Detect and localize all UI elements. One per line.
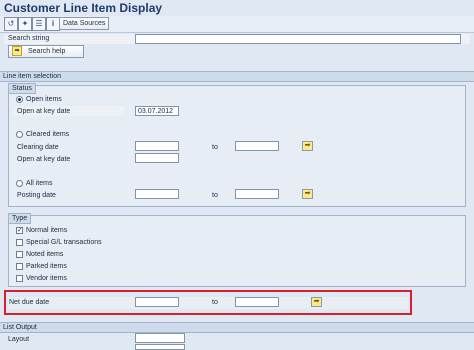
cleared-key-date-label: Open at key date — [17, 156, 71, 163]
normal-items-checkbox[interactable]: ✓ — [16, 227, 23, 234]
posting-date-multiple-selection-button[interactable]: ➡ — [302, 189, 313, 199]
search-help-label: Search help — [28, 48, 66, 55]
clearing-date-to-input[interactable] — [235, 141, 279, 151]
open-items-label: Open items — [26, 96, 62, 103]
noted-items-label: Noted items — [26, 251, 64, 258]
highlight-box — [4, 290, 412, 315]
all-items-label: All items — [26, 180, 53, 187]
posting-date-from-input[interactable] — [135, 189, 179, 199]
search-string-input[interactable] — [135, 34, 461, 44]
cleared-items-label: Cleared items — [26, 131, 70, 138]
posting-date-to-label: to — [212, 192, 218, 199]
get-variant-icon[interactable]: ✦ — [18, 17, 32, 31]
page-title: Customer Line Item Display — [4, 1, 163, 15]
type-group-title: Type — [8, 213, 32, 224]
noted-items-checkbox[interactable] — [16, 251, 23, 258]
normal-items-label: Normal items — [26, 227, 68, 234]
line-item-selection-header: Line item selection — [0, 71, 474, 82]
cleared-items-radio[interactable] — [16, 131, 23, 138]
parked-items-checkbox[interactable] — [16, 263, 23, 270]
cleared-key-date-input[interactable] — [135, 153, 179, 163]
clearing-date-label: Clearing date — [17, 144, 59, 151]
info-icon[interactable]: i — [46, 17, 60, 31]
vendor-items-checkbox[interactable] — [16, 275, 23, 282]
posting-date-to-input[interactable] — [235, 189, 279, 199]
posting-date-label: Posting date — [17, 192, 56, 199]
status-group-title: Status — [8, 83, 36, 94]
clearing-date-multiple-selection-button[interactable]: ➡ — [302, 141, 313, 151]
arrow-right-icon: ➡ — [12, 46, 22, 57]
all-items-radio[interactable] — [16, 180, 23, 187]
vendor-items-label: Vendor items — [26, 275, 67, 282]
parked-items-label: Parked items — [26, 263, 67, 270]
layout-input[interactable] — [135, 333, 185, 343]
open-items-radio[interactable] — [16, 96, 23, 103]
search-string-label: Search string — [8, 35, 50, 42]
search-help-button[interactable]: ➡ Search help — [8, 45, 84, 58]
clearing-date-to-label: to — [212, 144, 218, 151]
clearing-date-from-input[interactable] — [135, 141, 179, 151]
type-group — [8, 215, 466, 287]
open-key-date-label: Open at key date — [17, 108, 71, 115]
special-gl-label: Special G/L transactions — [26, 239, 102, 246]
special-gl-checkbox[interactable] — [16, 239, 23, 246]
execute-icon[interactable]: ↺ — [4, 17, 18, 31]
open-key-date-input[interactable]: 03.07.2012 — [135, 106, 179, 116]
data-sources-button[interactable]: Data Sources — [59, 17, 110, 30]
list-output-header: List Output — [0, 322, 474, 333]
layout-label: Layout — [8, 336, 30, 343]
application-toolbar: ↺ ✦ ☰ i Data Sources — [0, 16, 474, 33]
layout-input-secondary[interactable] — [135, 344, 185, 350]
save-variant-icon[interactable]: ☰ — [32, 17, 46, 31]
